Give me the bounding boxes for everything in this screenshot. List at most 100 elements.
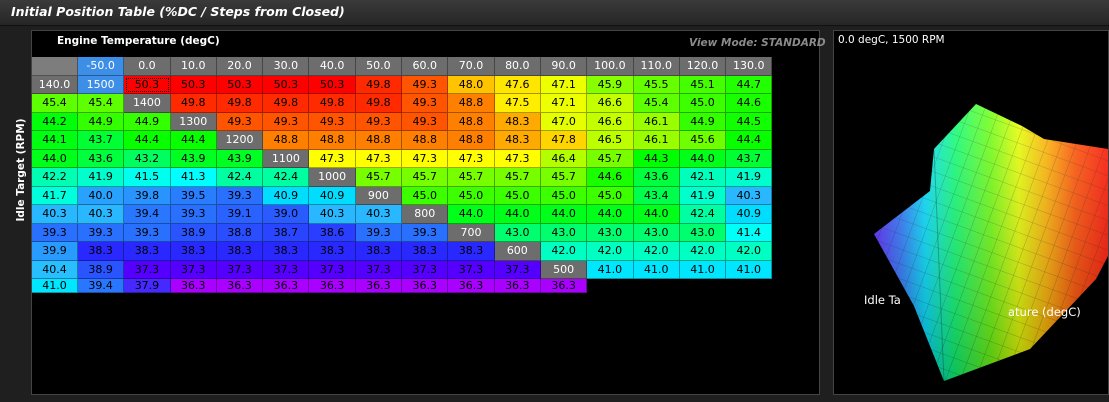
table-cell[interactable]: 43.6 [633, 168, 680, 187]
column-header[interactable]: 70.0 [448, 57, 495, 76]
row-header[interactable]: 600 [494, 242, 541, 261]
row-header[interactable]: 500 [540, 260, 588, 279]
position-table-grid[interactable]: -50.0 0.0 10.0 20.0 30.0 40.0 50.0 60.0 70.0 80.0… [32, 57, 773, 293]
table-cell[interactable]: 39.8 [124, 186, 171, 205]
table-cell[interactable]: 49.3 [402, 112, 449, 131]
table-cell[interactable]: 39.3 [78, 223, 125, 242]
table-cell[interactable]: 39.4 [78, 279, 125, 293]
table-cell[interactable]: 49.3 [216, 112, 264, 131]
table-cell[interactable]: 44.0 [633, 205, 680, 224]
table-cell[interactable]: 43.9 [170, 149, 217, 168]
table-cell[interactable]: 36.3 [355, 279, 403, 293]
table-cell[interactable]: 50.3 [263, 75, 310, 94]
table-cell[interactable]: 38.3 [216, 242, 264, 261]
table-cell[interactable]: 41.0 [32, 279, 78, 293]
table-cell[interactable]: 44.7 [726, 75, 773, 94]
table-cell[interactable]: 37.3 [355, 260, 403, 279]
table-cell[interactable]: 44.3 [633, 149, 680, 168]
table-cell[interactable]: 36.3 [309, 279, 356, 293]
table-cell[interactable]: 44.9 [124, 112, 171, 131]
table-cell[interactable]: 40.0 [78, 186, 125, 205]
column-header[interactable]: 140.0 [32, 75, 78, 94]
table-cell[interactable]: 37.3 [170, 260, 217, 279]
row-header[interactable]: 1000 [309, 168, 356, 187]
table-cell[interactable]: 49.8 [355, 94, 403, 113]
column-header[interactable]: 60.0 [402, 57, 449, 76]
row-header[interactable]: 1200 [216, 131, 264, 150]
table-cell[interactable]: 38.8 [216, 223, 264, 242]
table-cell[interactable]: 38.3 [78, 242, 125, 261]
table-cell[interactable]: 38.9 [170, 223, 217, 242]
table-cell[interactable]: 47.1 [540, 94, 588, 113]
table-cell[interactable]: 41.9 [679, 186, 727, 205]
table-cell[interactable]: 42.0 [679, 242, 727, 261]
table-cell[interactable]: 40.9 [263, 186, 310, 205]
table-cell[interactable]: 44.9 [78, 112, 125, 131]
table-cell[interactable]: 45.9 [587, 75, 634, 94]
column-header[interactable]: 50.0 [355, 57, 403, 76]
table-cell[interactable]: 42.1 [679, 168, 727, 187]
table-cell[interactable]: 47.8 [540, 131, 588, 150]
table-cell[interactable]: 49.8 [309, 94, 356, 113]
column-header[interactable]: 30.0 [263, 57, 310, 76]
table-cell[interactable]: 45.4 [78, 94, 125, 113]
table-cell[interactable]: 41.9 [78, 168, 125, 187]
table-cell[interactable]: 45.7 [494, 168, 541, 187]
column-header[interactable]: 0.0 [124, 57, 171, 76]
table-cell[interactable]: 42.0 [633, 242, 680, 261]
table-cell[interactable]: 38.3 [448, 242, 495, 261]
table-cell[interactable]: 45.4 [633, 94, 680, 113]
table-cell[interactable]: 48.8 [402, 131, 449, 150]
table-cell[interactable]: 36.3 [402, 279, 449, 293]
table-cell[interactable]: 45.4 [32, 94, 78, 113]
table-cell[interactable]: 38.3 [263, 242, 310, 261]
table-cell[interactable]: 41.0 [633, 260, 680, 279]
table-cell[interactable]: 41.0 [726, 260, 773, 279]
table-cell[interactable]: 40.3 [32, 205, 78, 224]
table-cell[interactable]: 42.0 [587, 242, 634, 261]
table-cell[interactable]: 50.3 [124, 75, 171, 94]
table-cell[interactable]: 50.3 [309, 75, 356, 94]
table-cell[interactable]: 49.3 [402, 75, 449, 94]
row-header[interactable]: 900 [355, 186, 403, 205]
table-cell[interactable]: 49.8 [355, 75, 403, 94]
table-cell[interactable]: 38.3 [402, 242, 449, 261]
table-cell[interactable]: 44.4 [170, 131, 217, 150]
column-header[interactable]: 130.0 [726, 57, 773, 76]
table-cell[interactable]: 37.3 [448, 260, 495, 279]
column-header[interactable]: 80.0 [494, 57, 541, 76]
table-cell[interactable]: 42.4 [263, 168, 310, 187]
table-cell[interactable]: 48.3 [494, 112, 541, 131]
table-cell[interactable]: 41.5 [124, 168, 171, 187]
table-cell[interactable]: 45.7 [355, 168, 403, 187]
table-cell[interactable]: 44.0 [540, 205, 588, 224]
table-cell[interactable]: 36.3 [170, 279, 217, 293]
table-cell[interactable]: 36.3 [540, 279, 588, 293]
table-cell[interactable]: 39.1 [216, 205, 264, 224]
table-cell[interactable]: 49.3 [263, 112, 310, 131]
table-cell[interactable]: 43.4 [633, 186, 680, 205]
table-cell[interactable]: 40.3 [726, 186, 773, 205]
table-cell[interactable]: 43.0 [679, 223, 727, 242]
table-cell[interactable]: 37.3 [263, 260, 310, 279]
table-cell[interactable]: 48.8 [355, 131, 403, 150]
table-cell[interactable]: 45.7 [540, 168, 588, 187]
table-cell[interactable]: 45.7 [587, 149, 634, 168]
table-cell[interactable]: 36.3 [216, 279, 264, 293]
table-cell[interactable]: 47.6 [494, 75, 541, 94]
table-cell[interactable]: 46.4 [540, 149, 588, 168]
table-cell[interactable]: 43.2 [124, 149, 171, 168]
column-header[interactable]: 10.0 [170, 57, 217, 76]
table-cell[interactable]: 37.3 [309, 260, 356, 279]
table-cell[interactable]: 45.7 [402, 168, 449, 187]
table-cell[interactable]: 40.3 [78, 205, 125, 224]
table-cell[interactable]: 49.8 [263, 94, 310, 113]
row-header[interactable]: 1500 [78, 75, 125, 94]
row-header[interactable]: 1300 [170, 112, 217, 131]
table-cell[interactable]: 45.0 [402, 186, 449, 205]
table-cell[interactable]: 37.3 [216, 260, 264, 279]
table-cell[interactable]: 50.3 [216, 75, 264, 94]
column-header[interactable]: 100.0 [587, 57, 634, 76]
table-cell[interactable]: 44.1 [32, 131, 78, 150]
surface-3d-plot[interactable] [834, 31, 1108, 394]
